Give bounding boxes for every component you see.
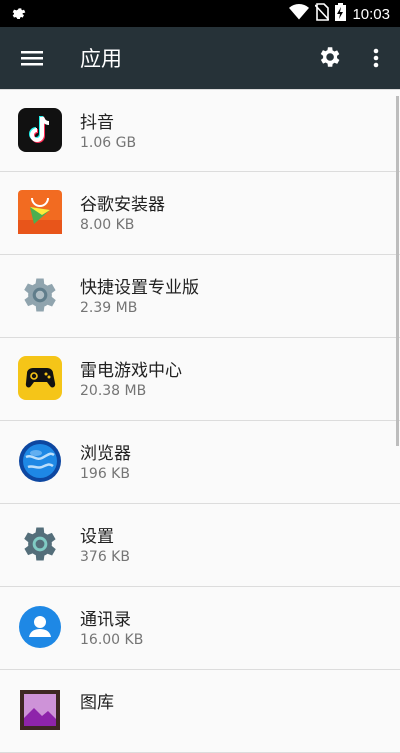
list-item-browser[interactable]: 浏览器 196 KB bbox=[0, 421, 400, 504]
scrollbar[interactable] bbox=[396, 96, 399, 446]
app-name: 快捷设置专业版 bbox=[80, 278, 199, 298]
gear-icon bbox=[10, 5, 26, 25]
battery-charging-icon bbox=[335, 3, 347, 25]
list-item-contacts[interactable]: 通讯录 16.00 KB bbox=[0, 587, 400, 670]
list-item-game-center[interactable]: 雷电游戏中心 20.38 MB bbox=[0, 338, 400, 421]
app-name: 设置 bbox=[80, 527, 114, 547]
app-size: 20.38 MB bbox=[80, 383, 147, 399]
gallery-icon bbox=[18, 688, 62, 732]
app-bar: 应用 bbox=[0, 27, 400, 89]
app-name: 雷电游戏中心 bbox=[80, 361, 182, 381]
app-size: 8.00 KB bbox=[80, 217, 135, 233]
page-title: 应用 bbox=[80, 47, 122, 71]
google-installer-icon bbox=[18, 190, 62, 234]
no-sim-icon bbox=[314, 3, 331, 25]
app-name: 谷歌安装器 bbox=[80, 195, 165, 215]
app-size: 16.00 KB bbox=[80, 632, 144, 648]
quick-settings-icon bbox=[18, 273, 62, 317]
settings-icon[interactable] bbox=[316, 44, 344, 72]
clock: 10:03 bbox=[352, 5, 390, 23]
list-item-settings[interactable]: 设置 376 KB bbox=[0, 504, 400, 587]
app-name: 通讯录 bbox=[80, 610, 131, 630]
app-size: 2.39 MB bbox=[80, 300, 138, 316]
contacts-icon bbox=[18, 605, 62, 649]
status-bar: 10:03 bbox=[0, 0, 400, 27]
app-name: 浏览器 bbox=[80, 444, 131, 464]
app-size: 1.06 GB bbox=[80, 135, 137, 151]
more-vert-icon[interactable] bbox=[366, 44, 386, 72]
list-item-quick-settings[interactable]: 快捷设置专业版 2.39 MB bbox=[0, 255, 400, 338]
app-list: 抖音 1.06 GB 谷歌安装器 8.00 KB 快捷设置专业版 2.39 MB… bbox=[0, 89, 400, 753]
wifi-icon bbox=[289, 4, 310, 24]
settings-app-icon bbox=[18, 522, 62, 566]
app-size: 196 KB bbox=[80, 466, 130, 482]
list-item-douyin[interactable]: 抖音 1.06 GB bbox=[0, 89, 400, 172]
douyin-icon bbox=[18, 108, 62, 152]
list-item-google-installer[interactable]: 谷歌安装器 8.00 KB bbox=[0, 172, 400, 255]
list-item-gallery[interactable]: 图库 bbox=[0, 670, 400, 753]
browser-icon bbox=[18, 439, 62, 483]
game-center-icon bbox=[18, 356, 62, 400]
app-name: 图库 bbox=[80, 693, 114, 713]
menu-icon[interactable] bbox=[18, 44, 46, 72]
app-size: 376 KB bbox=[80, 549, 130, 565]
app-name: 抖音 bbox=[80, 113, 114, 133]
